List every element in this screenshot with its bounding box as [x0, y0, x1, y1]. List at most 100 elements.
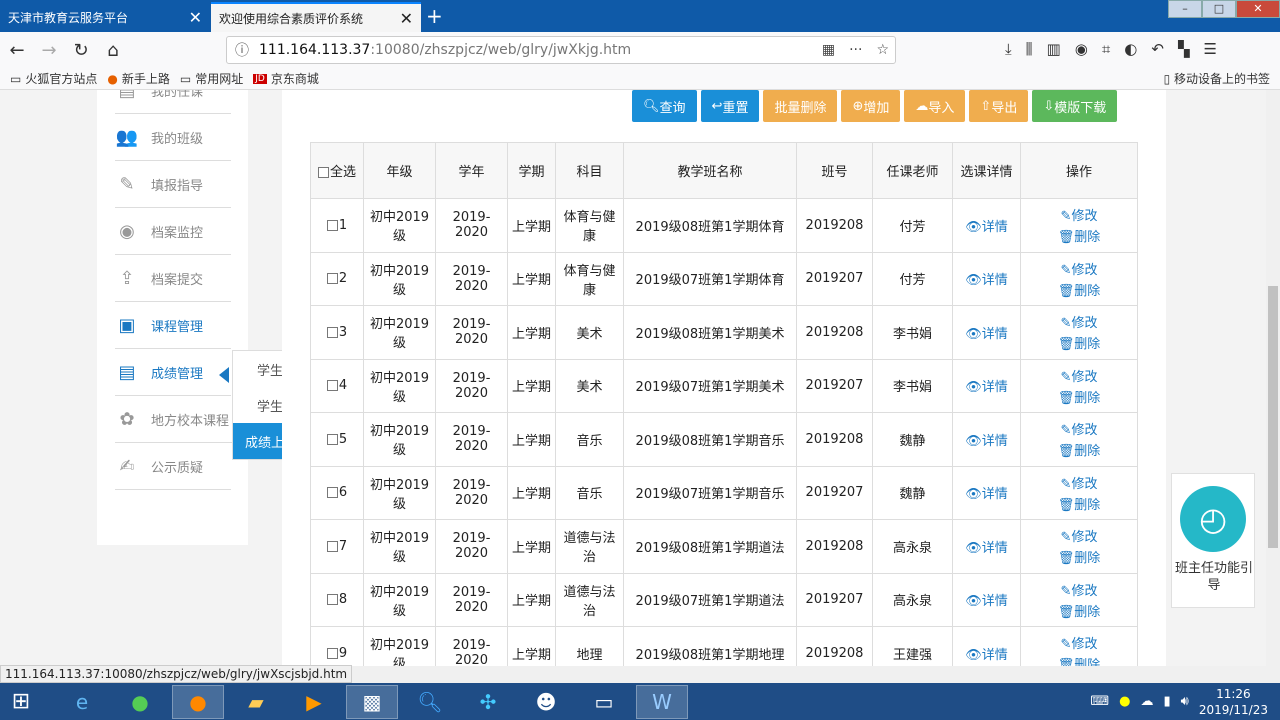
scrollbar-thumb[interactable] — [1268, 286, 1278, 548]
select-cell[interactable]: 8 — [310, 572, 364, 627]
sidebar-item-my-class[interactable]: 👥 我的班级 — [115, 114, 231, 161]
sidebar-item-fill-guide[interactable]: ✎ 填报指导 — [115, 161, 231, 208]
select-cell[interactable]: 6 — [310, 465, 364, 520]
close-icon[interactable]: ✕ — [400, 9, 413, 28]
edit-link[interactable]: ✎修改 — [1061, 205, 1098, 224]
windows-start-icon[interactable]: ⊞ — [0, 683, 42, 720]
firefox-icon[interactable]: ● — [172, 684, 224, 719]
sidebar-item-local-courses[interactable]: ✿ 地方校本课程 — [115, 396, 245, 443]
sidebar-item-my-courses[interactable]: ▤ 我的任课 — [115, 90, 231, 114]
delete-link[interactable]: 🗑︎删除 — [1058, 226, 1101, 245]
new-tab-icon[interactable]: + — [426, 4, 443, 28]
window-close-button[interactable]: ✕ — [1236, 0, 1280, 18]
select-cell[interactable]: 9 — [310, 626, 364, 666]
edit-link[interactable]: ✎修改 — [1061, 312, 1098, 331]
sidebar-item-archive-monitor[interactable]: ◉ 档案监控 — [115, 208, 231, 255]
detail-link[interactable]: 👁︎详情 — [965, 487, 1008, 502]
row-checkbox[interactable] — [326, 433, 338, 445]
bookmark-item[interactable]: ▭ 常用网址 — [180, 70, 243, 87]
export-button[interactable]: ⇧ 导出 — [969, 90, 1029, 122]
system-clock[interactable]: 11:26 2019/11/23 — [1199, 686, 1268, 718]
mobile-bookmarks[interactable]: ▯ 移动设备上的书签 — [1164, 70, 1270, 87]
tab-cloud-platform[interactable]: 天津市教育云服务平台 ✕ — [0, 2, 210, 32]
reset-button[interactable]: ↩ 重置 — [700, 90, 760, 122]
select-cell[interactable]: 7 — [310, 519, 364, 574]
delete-link[interactable]: 🗑︎删除 — [1058, 601, 1101, 620]
qr-code-icon[interactable]: ▦ — [822, 42, 835, 58]
add-button[interactable]: ⊕ 增加 — [841, 90, 901, 122]
home-icon[interactable]: ⌂ — [98, 35, 128, 65]
delete-link[interactable]: 🗑︎删除 — [1058, 280, 1101, 299]
more-icon[interactable]: ··· — [849, 42, 862, 58]
query-button[interactable]: 🔍︎ 查询 — [632, 90, 697, 122]
chat-icon[interactable]: ◐ — [1124, 40, 1137, 58]
detail-link[interactable]: 👁︎详情 — [965, 434, 1008, 449]
network-icon[interactable]: ▮ — [1163, 694, 1170, 709]
detail-link[interactable]: 👁︎详情 — [965, 541, 1008, 556]
row-checkbox[interactable] — [326, 326, 338, 338]
template-download-button[interactable]: ⇩ 模版下载 — [1032, 90, 1118, 122]
row-checkbox[interactable] — [326, 540, 338, 552]
detail-link[interactable]: 👁︎详情 — [965, 327, 1008, 342]
close-icon[interactable]: ✕ — [189, 8, 202, 27]
sidebar-item-archive-submit[interactable]: ⇪ 档案提交 — [115, 255, 231, 302]
screenshot-icon[interactable]: ⌗ — [1102, 40, 1110, 58]
detail-link[interactable]: 👁︎详情 — [965, 648, 1008, 663]
edit-link[interactable]: ✎修改 — [1061, 526, 1098, 545]
search-app-icon[interactable]: 🔍︎ — [404, 685, 456, 719]
qq-icon[interactable]: ☻ — [520, 685, 572, 719]
delete-link[interactable]: 🗑︎删除 — [1058, 387, 1101, 406]
menu-icon[interactable]: ☰ — [1204, 40, 1217, 58]
row-checkbox[interactable] — [326, 487, 338, 499]
network-app-icon[interactable]: ✣ — [462, 685, 514, 719]
sidebar-item-grade-management[interactable]: ▤ 成绩管理 — [115, 349, 231, 396]
media-player-icon[interactable]: ▶ — [288, 685, 340, 719]
minimize-button[interactable]: – — [1168, 0, 1202, 18]
browser-360-icon[interactable]: ● — [114, 685, 166, 719]
select-all-checkbox[interactable] — [317, 167, 329, 178]
batch-delete-button[interactable]: 批量删除 — [763, 90, 838, 122]
video-editor-icon[interactable]: ▩ — [346, 684, 398, 719]
sidebar-item-course-management[interactable]: ▣ 课程管理 — [115, 302, 231, 349]
import-button[interactable]: ☁ 导入 — [904, 90, 966, 122]
detail-link[interactable]: 👁︎详情 — [965, 380, 1008, 395]
select-all-header[interactable]: 全选 — [310, 142, 364, 199]
forward-icon[interactable]: → — [34, 35, 64, 65]
delete-link[interactable]: 🗑︎删除 — [1058, 440, 1101, 459]
select-cell[interactable]: 3 — [310, 305, 364, 360]
back-icon[interactable]: ← — [2, 35, 32, 65]
page-scrollbar[interactable] — [1266, 90, 1280, 666]
row-checkbox[interactable] — [326, 273, 338, 285]
row-checkbox[interactable] — [326, 219, 338, 231]
delete-link[interactable]: 🗑︎删除 — [1058, 547, 1101, 566]
bookmark-item[interactable]: ▭ 火狐官方站点 — [10, 70, 97, 87]
detail-link[interactable]: 👁︎详情 — [965, 594, 1008, 609]
wps-icon[interactable]: W — [636, 684, 688, 719]
select-cell[interactable]: 2 — [310, 251, 364, 306]
edit-link[interactable]: ✎修改 — [1061, 633, 1098, 652]
row-checkbox[interactable] — [326, 380, 338, 392]
tray-cloud-icon[interactable]: ☁ — [1140, 694, 1153, 709]
edit-link[interactable]: ✎修改 — [1061, 580, 1098, 599]
row-checkbox[interactable] — [326, 647, 338, 659]
select-cell[interactable]: 1 — [310, 198, 364, 253]
edit-link[interactable]: ✎修改 — [1061, 366, 1098, 385]
sidebar-item-public-query[interactable]: ✍ 公示质疑 — [115, 443, 231, 490]
info-icon[interactable]: ⓘ — [235, 40, 249, 60]
row-checkbox[interactable] — [326, 594, 338, 606]
select-cell[interactable]: 5 — [310, 412, 364, 467]
class-teacher-guide-widget[interactable]: ◴ 班主任功能引导 — [1171, 473, 1255, 608]
stopwatch-icon[interactable]: ◴ — [1180, 486, 1246, 552]
volume-icon[interactable]: 🔊︎ — [1181, 694, 1189, 709]
ie-icon[interactable]: e — [56, 685, 108, 719]
download-icon[interactable]: ⤓ — [1005, 40, 1012, 58]
reload-icon[interactable]: ↻ — [66, 35, 96, 65]
delete-link[interactable]: 🗑︎删除 — [1058, 654, 1101, 666]
select-cell[interactable]: 4 — [310, 358, 364, 413]
detail-link[interactable]: 👁︎详情 — [965, 220, 1008, 235]
screen-recorder-icon[interactable]: ▭ — [578, 685, 630, 719]
edit-link[interactable]: ✎修改 — [1061, 419, 1098, 438]
tray-app-icon[interactable]: ● — [1119, 694, 1130, 709]
delete-link[interactable]: 🗑︎删除 — [1058, 494, 1101, 513]
sidebar-icon[interactable]: ▥ — [1047, 40, 1061, 58]
